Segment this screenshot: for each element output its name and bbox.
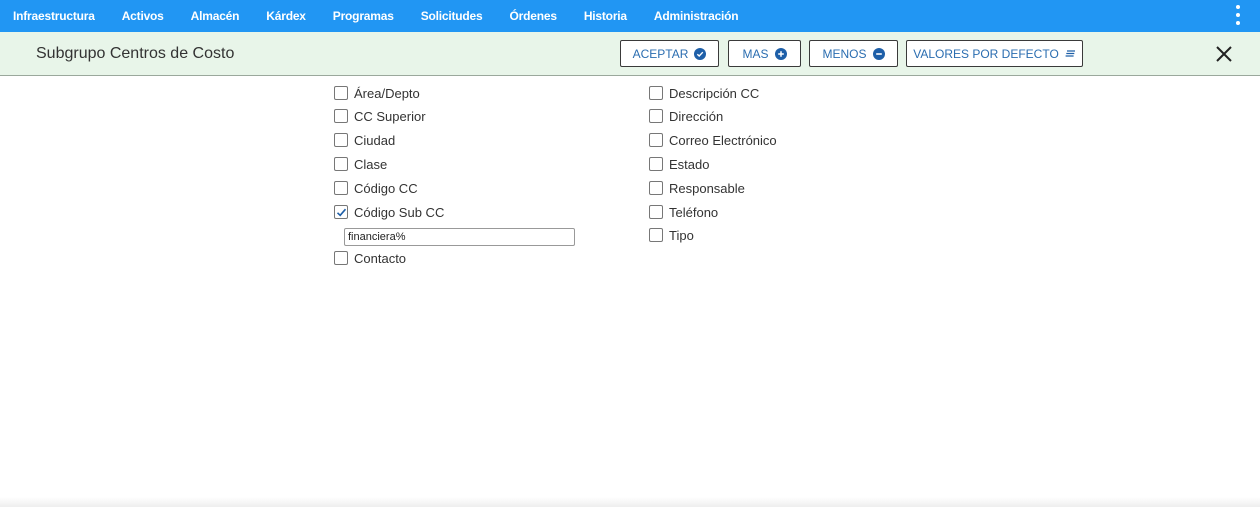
top-nav-bar: Infraestructura Activos Almacén Kárdex P…	[0, 0, 1260, 32]
checkbox-unchecked[interactable]	[334, 133, 348, 147]
nav-infraestructura[interactable]: Infraestructura	[13, 9, 95, 23]
checkbox-unchecked[interactable]	[649, 157, 663, 171]
field-option-label: Teléfono	[669, 204, 719, 220]
field-option-label: Estado	[669, 156, 710, 172]
bottom-edge-shadow	[0, 497, 1260, 507]
field-option-area-depto[interactable]: Área/Depto	[334, 84, 420, 102]
check-circle-icon	[694, 47, 707, 60]
less-button-label: MENOS	[822, 46, 867, 61]
field-option-label: Tipo	[669, 227, 694, 243]
default-values-button-label: VALORES POR DEFECTO	[913, 46, 1059, 61]
nav-administracion[interactable]: Administración	[654, 9, 739, 23]
nav-solicitudes[interactable]: Solicitudes	[421, 9, 483, 23]
field-option-label: Correo Electrónico	[669, 132, 777, 148]
field-option-label: Código Sub CC	[354, 204, 445, 220]
field-option-label: Dirección	[669, 108, 724, 124]
checkbox-unchecked[interactable]	[649, 205, 663, 219]
more-vert-icon[interactable]	[1234, 5, 1242, 25]
field-option-telefono[interactable]: Teléfono	[649, 203, 718, 221]
field-option-ciudad[interactable]: Ciudad	[334, 131, 395, 149]
accept-button-label: ACEPTAR	[632, 46, 689, 61]
checkbox-unchecked[interactable]	[334, 251, 348, 265]
checkbox-checked[interactable]	[334, 205, 348, 219]
minus-circle-icon	[872, 47, 885, 60]
nav-almacen[interactable]: Almacén	[191, 9, 240, 23]
checkbox-unchecked[interactable]	[334, 109, 348, 123]
checkbox-unchecked[interactable]	[649, 86, 663, 100]
checkbox-unchecked[interactable]	[334, 157, 348, 171]
field-option-clase[interactable]: Clase	[334, 155, 387, 173]
field-option-codigo-cc[interactable]: Código CC	[334, 179, 418, 197]
field-option-label: Área/Depto	[354, 85, 420, 101]
checkbox-unchecked[interactable]	[334, 181, 348, 195]
field-option-estado[interactable]: Estado	[649, 155, 709, 173]
field-option-label: Contacto	[354, 250, 407, 266]
page-title: Subgrupo Centros de Costo	[36, 45, 235, 62]
field-option-cc-superior[interactable]: CC Superior	[334, 107, 426, 125]
checkbox-unchecked[interactable]	[649, 109, 663, 123]
field-option-label: CC Superior	[354, 108, 426, 124]
close-icon[interactable]	[1214, 44, 1234, 64]
nav-ordenes[interactable]: Órdenes	[510, 9, 557, 23]
field-option-label: Ciudad	[354, 132, 396, 148]
field-option-correo-electronico[interactable]: Correo Electrónico	[649, 131, 777, 149]
checkbox-unchecked[interactable]	[649, 228, 663, 242]
default-values-button[interactable]: VALORES POR DEFECTO	[906, 40, 1083, 67]
field-option-codigo-sub-cc[interactable]: Código Sub CC	[334, 203, 444, 221]
nav-programas[interactable]: Programas	[333, 9, 394, 23]
field-option-responsable[interactable]: Responsable	[649, 179, 745, 197]
field-option-contacto[interactable]: Contacto	[334, 249, 406, 267]
checkmark-icon	[336, 208, 346, 216]
field-option-direccion[interactable]: Dirección	[649, 107, 723, 125]
less-button[interactable]: MENOS	[809, 40, 898, 67]
field-option-label: Descripción CC	[669, 85, 760, 101]
field-option-label: Clase	[354, 156, 388, 172]
field-option-label: Responsable	[669, 180, 745, 196]
nav-kardex[interactable]: Kárdex	[266, 9, 306, 23]
accept-button[interactable]: ACEPTAR	[620, 40, 719, 67]
field-option-descripcion-cc[interactable]: Descripción CC	[649, 84, 759, 102]
checkbox-unchecked[interactable]	[649, 133, 663, 147]
plus-circle-icon	[774, 47, 787, 60]
notes-icon	[1065, 49, 1076, 58]
codigo-sub-cc-filter-input[interactable]	[344, 228, 575, 246]
field-option-label: Código CC	[354, 180, 418, 196]
field-option-tipo[interactable]: Tipo	[649, 226, 694, 244]
dialog-header: Subgrupo Centros de Costo ACEPTAR MAS ME…	[0, 32, 1260, 76]
nav-historia[interactable]: Historia	[584, 9, 627, 23]
more-button[interactable]: MAS	[728, 40, 801, 67]
nav-activos[interactable]: Activos	[122, 9, 164, 23]
checkbox-unchecked[interactable]	[649, 181, 663, 195]
more-button-label: MAS	[742, 46, 769, 61]
checkbox-unchecked[interactable]	[334, 86, 348, 100]
